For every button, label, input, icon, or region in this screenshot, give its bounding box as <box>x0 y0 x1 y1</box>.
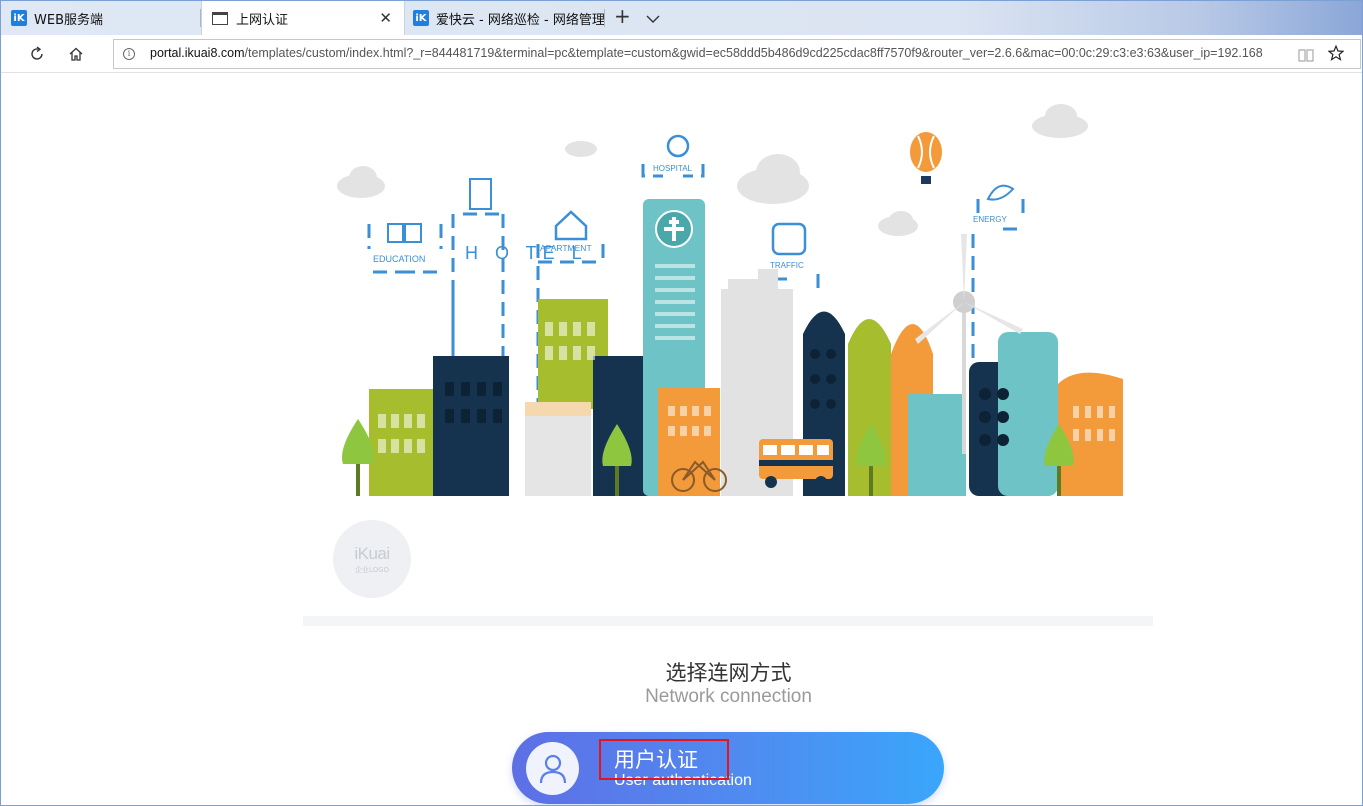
close-icon[interactable]: ✕ <box>379 10 392 26</box>
address-bar[interactable]: i portal.ikuai8.com/templates/custom/ind… <box>113 39 1361 69</box>
tab-label: WEB服务端 <box>34 12 103 28</box>
bus-icon <box>759 439 833 488</box>
ikuai-favicon-icon: iK <box>413 10 429 26</box>
tab-web-server[interactable]: iK WEB服务端 <box>1 1 201 35</box>
page-icon <box>212 11 228 25</box>
user-avatar-icon <box>526 742 579 795</box>
url-host: portal.ikuai8.com <box>150 46 245 60</box>
tab-label: 上网认证 <box>236 12 289 28</box>
browser-window: iK WEB服务端 上网认证 ✕ iK 爱快云 - 网络巡检 - 网络管理 + … <box>0 0 1363 806</box>
tab-label: 爱快云 - 网络巡检 - 网络管理 <box>435 12 605 28</box>
refresh-icon[interactable] <box>26 43 48 65</box>
label-hospital: HOSPITAL <box>653 164 693 173</box>
logo-text: iKuai <box>354 543 390 563</box>
page-content: EDUCATION H O TE L APARTMENT HOSPITAL TR… <box>1 74 1362 805</box>
tab-portal-auth[interactable]: 上网认证 ✕ <box>201 1 405 35</box>
tab-separator <box>604 9 605 27</box>
label-apartment: APARTMENT <box>540 243 592 253</box>
connection-method-subtitle: Network connection <box>645 686 812 707</box>
url-path: /templates/custom/index.html?_r=84448171… <box>244 46 1263 60</box>
label-traffic: TRAFFIC <box>770 261 804 270</box>
site-info-icon[interactable]: i <box>123 48 135 60</box>
highlight-box <box>599 739 729 780</box>
connection-method-title: 选择连网方式 <box>665 661 792 685</box>
balloon-icon <box>910 132 942 184</box>
favorite-star-icon[interactable] <box>1327 44 1345 66</box>
ikuai-favicon-icon: iK <box>11 10 27 26</box>
section-divider <box>303 616 1153 626</box>
tab-strip: iK WEB服务端 上网认证 ✕ iK 爱快云 - 网络巡检 - 网络管理 + <box>1 1 1362 35</box>
new-tab-button[interactable]: + <box>614 6 631 26</box>
navigation-bar: i portal.ikuai8.com/templates/custom/ind… <box>1 35 1362 73</box>
company-logo: iKuai 企业LOGO <box>333 520 411 598</box>
label-energy: ENERGY <box>973 215 1007 224</box>
tab-ikuai-cloud[interactable]: iK 爱快云 - 网络巡检 - 网络管理 <box>405 1 605 35</box>
url-text[interactable]: portal.ikuai8.com/templates/custom/index… <box>150 46 1290 60</box>
logo-subtext: 企业LOGO <box>354 565 390 574</box>
tab-list-chevron-icon[interactable] <box>646 10 660 28</box>
home-icon[interactable] <box>65 43 87 65</box>
city-banner-illustration: EDUCATION H O TE L APARTMENT HOSPITAL TR… <box>333 94 1123 496</box>
reading-view-icon[interactable] <box>1298 47 1314 66</box>
label-education: EDUCATION <box>373 254 425 264</box>
